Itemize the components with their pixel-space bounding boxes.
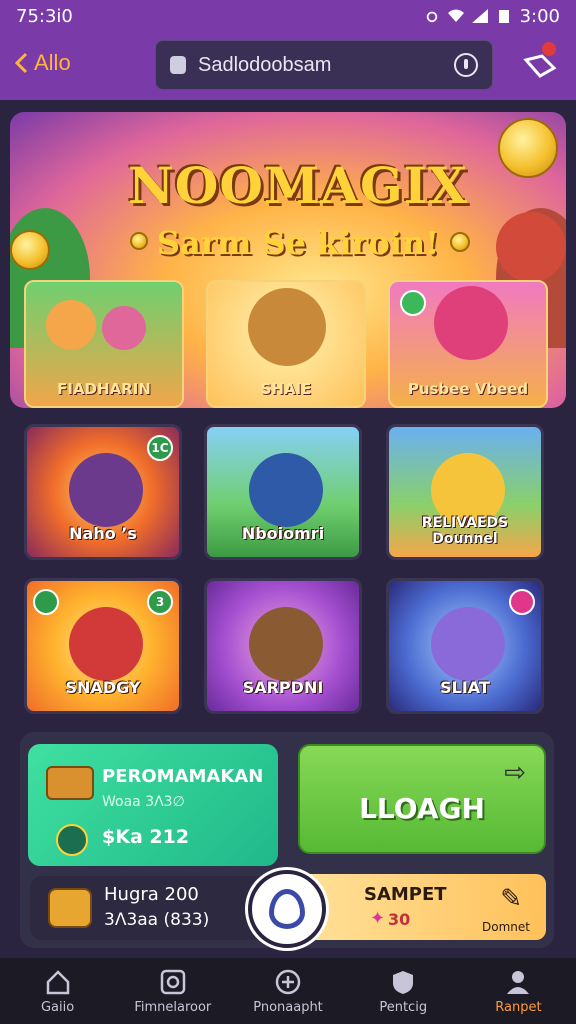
game-title: SARPDNI — [242, 678, 324, 697]
hero-card[interactable]: SHAIE — [206, 280, 366, 408]
game-title: RELIVAEDS Dounnel — [421, 515, 509, 547]
nav-label: Gaiio — [40, 999, 75, 1015]
hero-cards: FIADHARIN SHAIE Pusbee Vbeed — [24, 280, 576, 408]
ticket-value: 30 — [388, 910, 411, 929]
game-character — [249, 607, 323, 681]
promo-card[interactable]: PEROMAMAKAN Woaa 3Λ3∅ $Ka 212 — [28, 744, 278, 866]
arrow-right-icon: ⇨ — [504, 758, 526, 788]
search-text: Sadlodoobsam — [198, 53, 332, 76]
shield-icon — [393, 970, 414, 994]
game-card[interactable]: SLIAT — [386, 578, 544, 714]
notification-dot — [542, 42, 556, 56]
game-character — [69, 453, 143, 527]
search-input[interactable]: Sadlodoobsam — [155, 40, 493, 90]
login-label: LLOAGH — [359, 792, 485, 825]
game-title: Naho ’s — [69, 524, 137, 543]
wifi-icon — [447, 9, 464, 22]
nav-label: Pnonaapht — [253, 999, 323, 1015]
balance-line-1: Hugra 200 — [104, 884, 199, 905]
game-card[interactable]: Nboiomri — [204, 424, 362, 560]
game-badge — [509, 589, 535, 615]
nav-label: Pentcig — [379, 999, 428, 1015]
game-card[interactable]: RELIVAEDS Dounnel — [386, 424, 544, 560]
mascot-cat — [46, 300, 96, 350]
balance-line-2: 3Λ3aa (833) — [104, 910, 210, 930]
game-badge: 1C — [147, 435, 173, 461]
game-badge — [33, 589, 59, 615]
game-card[interactable]: SARPDNI — [204, 578, 362, 714]
alarm-icon — [426, 11, 437, 23]
coin-icon — [56, 824, 88, 856]
hero-subtitle: Sarm Se kiroin! — [156, 224, 440, 262]
top-bar: Allo Sadlodoobsam — [0, 32, 576, 100]
nav-home[interactable]: Gaiio — [0, 958, 115, 1024]
status-clock: 3:00 — [519, 5, 560, 27]
nav-add[interactable]: Pnonaapht — [230, 958, 345, 1024]
hero-title: NOOMAGIX — [128, 156, 468, 215]
ticket-card[interactable]: SAMPET ✦ 30 ✎ Domnet — [300, 874, 546, 940]
mascot-fox — [434, 286, 508, 360]
game-card[interactable]: 3 SNADGY — [24, 578, 182, 714]
game-character — [249, 453, 323, 527]
coin-stack-icon — [48, 888, 92, 928]
hero-card-label: Pusbee Vbeed — [407, 380, 529, 398]
login-button[interactable]: ⇨ LLOAGH — [298, 744, 546, 854]
home-icon — [46, 969, 69, 994]
app-root: 75:3i0 3:00 Allo Sadlodoobsam NOOMAGIX S… — [0, 0, 576, 1024]
promo-title: PEROMAMAKAN — [102, 766, 264, 787]
ticket-title: SAMPET — [364, 884, 447, 905]
status-icons: 3:00 — [424, 6, 560, 27]
sandwich-icon — [46, 766, 94, 800]
game-character — [69, 607, 143, 681]
status-time: 75:3i0 — [16, 5, 73, 27]
profile-icon — [507, 970, 530, 994]
mascot-bear — [248, 288, 326, 366]
battery-icon — [498, 10, 509, 23]
balance-card[interactable]: Hugra 200 3Λ3aa (833) — [30, 876, 270, 940]
game-character — [431, 607, 505, 681]
back-label: Allo — [34, 50, 71, 75]
hero-card[interactable]: FIADHARIN — [24, 280, 184, 408]
game-title: SLIAT — [440, 678, 490, 697]
nav-profile[interactable]: Ranpet — [461, 958, 576, 1024]
signal-icon — [471, 9, 488, 23]
nav-games[interactable]: Fimnelaroor — [115, 958, 230, 1024]
back-button[interactable]: Allo — [14, 50, 71, 76]
star-icon: ✦ — [370, 908, 386, 929]
ticket-caption: Domnet — [482, 920, 530, 934]
hero-card-label: FIADHARIN — [57, 380, 151, 398]
game-title: Nboiomri — [241, 524, 325, 543]
plus-icon — [275, 969, 301, 994]
lock-icon — [170, 56, 186, 74]
center-action-button[interactable] — [248, 870, 326, 948]
nav-label: Ranpet — [495, 999, 542, 1015]
game-title: SNADGY — [65, 678, 141, 697]
promo-amount: $Ka 212 — [102, 826, 190, 848]
notification-button[interactable] — [522, 42, 558, 82]
hero-card-label: SHAIE — [260, 380, 312, 398]
bottom-nav: Gaiio Fimnelaroor Pnonaapht Pentcig Ranp… — [0, 958, 576, 1024]
games-icon — [160, 969, 186, 994]
mic-icon[interactable] — [454, 53, 478, 77]
target-icon — [269, 889, 305, 929]
chevron-left-icon — [14, 52, 28, 74]
hero-card[interactable]: Pusbee Vbeed — [388, 280, 548, 408]
pencil-icon: ✎ — [500, 884, 522, 914]
promo-subtitle: Woaa 3Λ3∅ — [102, 794, 185, 810]
status-bar: 75:3i0 3:00 — [0, 0, 576, 32]
game-card[interactable]: 1C Naho ’s — [24, 424, 182, 560]
badge — [400, 290, 426, 316]
nav-label: Fimnelaroor — [134, 999, 212, 1015]
nav-shield[interactable]: Pentcig — [346, 958, 461, 1024]
game-badge: 3 — [147, 589, 173, 615]
mascot-bunny — [102, 306, 146, 350]
